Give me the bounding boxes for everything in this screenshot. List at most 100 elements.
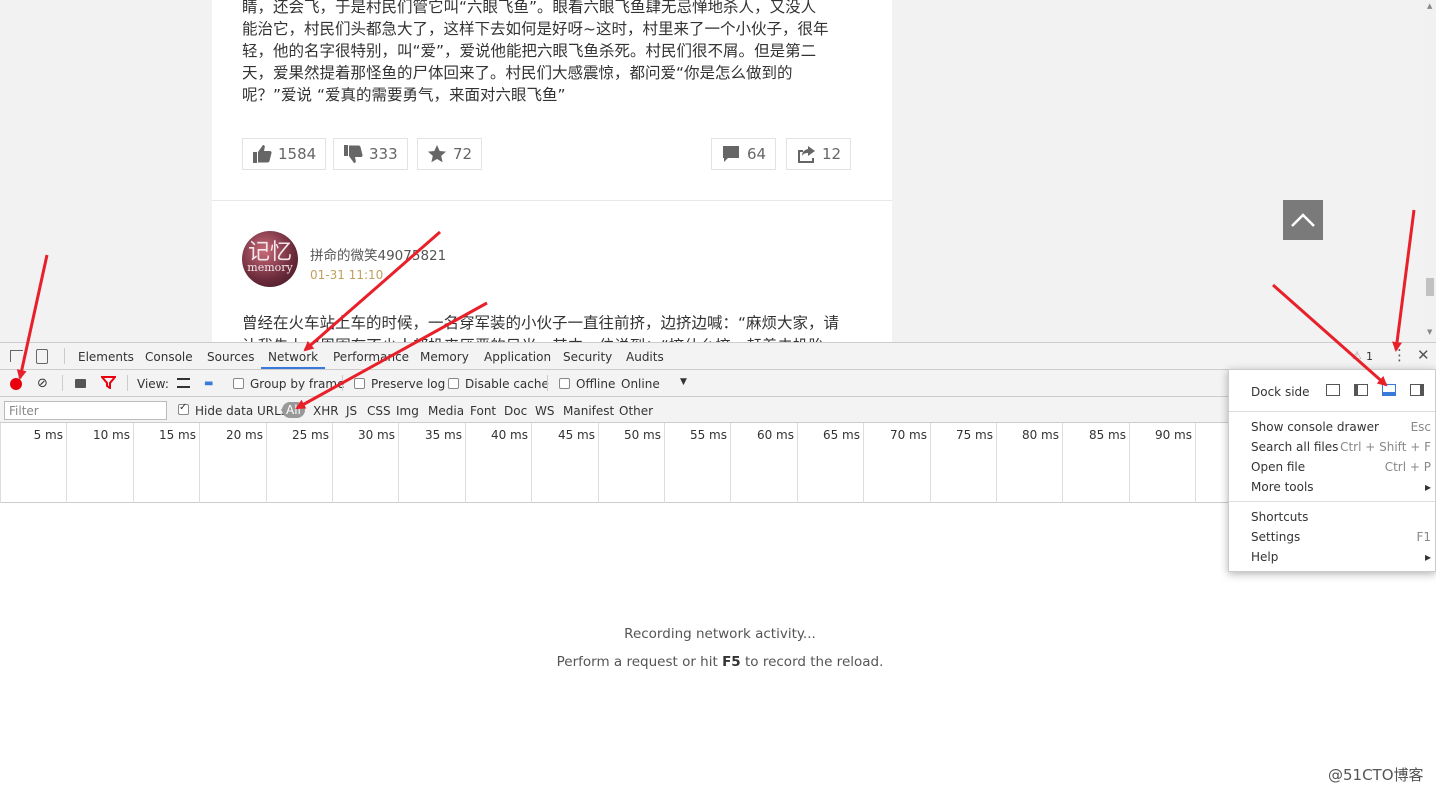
tab-console[interactable]: Console — [145, 343, 193, 369]
filter-type-all[interactable]: All — [282, 402, 305, 418]
capture-screenshots-icon[interactable] — [75, 379, 86, 388]
preserve-log-checkbox[interactable] — [354, 378, 365, 389]
post-text: 曾经在火车站上车的时候，一名穿军装的小伙子一直往前挤，边挤边喊：“麻烦大家，请 — [242, 314, 840, 332]
favorite-button[interactable]: 72 — [417, 138, 483, 170]
devtools-tab-bar: Elements Console Sources Network Perform… — [0, 343, 1436, 370]
tab-memory[interactable]: Memory — [420, 343, 469, 369]
tab-performance[interactable]: Performance — [333, 343, 409, 369]
thumbs-down-icon — [344, 145, 363, 163]
offline-checkbox[interactable] — [559, 378, 570, 389]
timeline-gridline — [0, 423, 1, 503]
filter-type-img[interactable]: Img — [396, 404, 419, 418]
tab-elements[interactable]: Elements — [78, 343, 134, 369]
filter-type-media[interactable]: Media — [428, 404, 464, 418]
dock-bottom-icon[interactable] — [1382, 384, 1396, 396]
separator — [547, 375, 548, 391]
timeline-gridline — [66, 423, 67, 503]
offline-label: Offline — [576, 377, 616, 391]
timeline-gridline — [664, 423, 665, 503]
menu-item-label: Search all files — [1251, 440, 1339, 454]
inspect-element-icon[interactable] — [10, 350, 23, 362]
menu-item-shortcut: F1 — [1416, 530, 1431, 544]
tab-sources[interactable]: Sources — [207, 343, 254, 369]
hide-data-urls-checkbox[interactable] — [178, 402, 189, 415]
star-icon — [428, 145, 446, 163]
undock-icon[interactable] — [1326, 384, 1340, 396]
network-filter-bar: Hide data URLs All XHR JS CSS Img Media … — [0, 397, 1436, 423]
filter-funnel-icon[interactable] — [99, 376, 118, 392]
page-scrollbar[interactable]: ▲ ▼ — [1424, 0, 1436, 342]
chevron-up-icon — [1291, 213, 1315, 227]
comment-button[interactable]: 64 — [711, 138, 777, 170]
filter-type-doc[interactable]: Doc — [504, 404, 527, 418]
timeline-label: 75 ms — [955, 428, 993, 442]
filter-type-xhr[interactable]: XHR — [313, 404, 339, 418]
close-devtools-icon[interactable]: ✕ — [1417, 346, 1430, 364]
large-rows-icon[interactable] — [177, 378, 190, 388]
favorite-count: 72 — [453, 145, 473, 163]
filter-type-other[interactable]: Other — [619, 404, 653, 418]
timeline-gridline — [199, 423, 200, 503]
clear-icon[interactable]: ⊘ — [37, 376, 48, 391]
timeline-label: 45 ms — [557, 428, 595, 442]
timeline-label: 15 ms — [158, 428, 196, 442]
share-button[interactable]: 12 — [786, 138, 852, 170]
waterfall-icon[interactable]: ▬ — [204, 378, 213, 389]
scrollbar-thumb[interactable] — [1426, 278, 1434, 296]
share-icon — [798, 146, 815, 163]
network-overview-timeline[interactable]: 5 ms 10 ms 15 ms 20 ms 25 ms 30 ms 35 ms 40 ms 4… — [0, 423, 1228, 503]
filter-type-font[interactable]: Font — [470, 404, 496, 418]
separator — [64, 348, 65, 364]
disable-cache-checkbox[interactable] — [448, 378, 459, 389]
dislike-button[interactable]: 333 — [333, 138, 408, 170]
filter-type-manifest[interactable]: Manifest — [563, 404, 614, 418]
separator — [127, 375, 128, 391]
scroll-up-icon[interactable]: ▲ — [1427, 2, 1432, 10]
record-button-icon[interactable] — [10, 378, 22, 390]
timeline-gridline — [398, 423, 399, 503]
menu-item-label: Show console drawer — [1251, 420, 1379, 434]
timeline-label: 50 ms — [623, 428, 661, 442]
timeline-gridline — [133, 423, 134, 503]
tab-application[interactable]: Application — [484, 343, 551, 369]
submenu-arrow-icon: ▸ — [1424, 550, 1431, 564]
more-menu-icon[interactable]: ⋮ — [1392, 346, 1407, 364]
story-line: 睛，还会飞，于是村民们管它叫“六眼飞鱼”。眼看六眼飞鱼肆无忌惮地杀人，又没人 — [242, 0, 817, 16]
timeline-label: 60 ms — [756, 428, 794, 442]
scroll-down-icon[interactable]: ▼ — [1427, 328, 1432, 336]
menu-item-shortcut: Ctrl + Shift + F — [1340, 440, 1431, 454]
device-toolbar-icon[interactable] — [36, 349, 48, 364]
filter-input[interactable] — [4, 401, 167, 420]
warning-icon[interactable]: ⚠ — [1352, 349, 1362, 362]
back-to-top-button[interactable] — [1283, 200, 1323, 240]
filter-type-js[interactable]: JS — [346, 404, 357, 418]
timeline-label: 40 ms — [490, 428, 528, 442]
timeline-label: 65 ms — [822, 428, 860, 442]
author-name[interactable]: 拼命的微笑49075821 — [310, 244, 446, 264]
throttle-select[interactable]: Online — [621, 377, 660, 391]
tab-network[interactable]: Network — [261, 343, 326, 369]
timeline-gridline — [1129, 423, 1130, 503]
filter-type-css[interactable]: CSS — [367, 404, 391, 418]
dock-right-icon[interactable] — [1410, 384, 1424, 396]
dislike-count: 333 — [369, 145, 398, 163]
menu-item-label: Shortcuts — [1251, 510, 1309, 524]
tab-audits[interactable]: Audits — [626, 343, 664, 369]
post-text-line2: 让我先上，”周围有不少人都投来厌恶的目光，其中一位说到：“挤什么挤，赶着去投胎 — [242, 334, 824, 342]
dock-left-icon[interactable] — [1354, 384, 1368, 396]
post-divider — [212, 200, 892, 201]
story-line: 能治它，村民们头都急大了，这样下去如何是好呀~这时，村里来了一个小伙子，很年 — [242, 20, 829, 38]
comment-count: 64 — [747, 145, 767, 163]
timeline-gridline — [996, 423, 997, 503]
menu-item-label: More tools — [1251, 480, 1314, 494]
timeline-gridline — [930, 423, 931, 503]
like-button[interactable]: 1584 — [242, 138, 327, 170]
filter-type-ws[interactable]: WS — [535, 404, 554, 418]
chevron-down-icon[interactable]: ▼ — [680, 377, 687, 387]
tab-security[interactable]: Security — [563, 343, 612, 369]
group-by-frame-checkbox[interactable] — [233, 378, 244, 389]
timeline-label: 25 ms — [291, 428, 329, 442]
empty-hint-pre: Perform a request or hit — [556, 654, 723, 670]
comment-icon — [723, 146, 739, 162]
avatar[interactable]: 记忆 memory — [242, 231, 298, 287]
